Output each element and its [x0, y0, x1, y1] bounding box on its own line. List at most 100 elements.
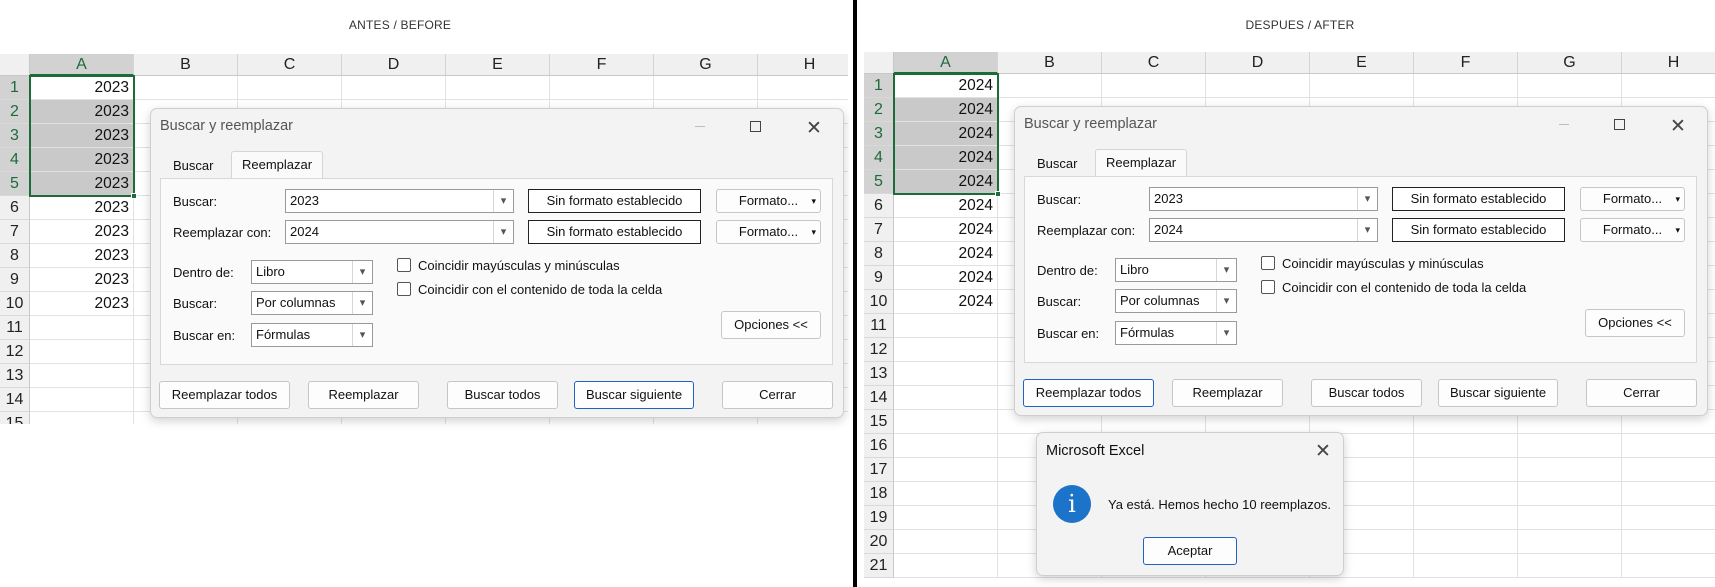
column-header-d[interactable]: D — [342, 54, 446, 76]
cell-d1[interactable] — [342, 76, 446, 100]
column-header-c[interactable]: C — [1102, 52, 1206, 74]
column-header-e[interactable]: E — [446, 54, 550, 76]
chevron-down-icon[interactable]: ▾ — [1357, 188, 1377, 210]
cell-a1[interactable]: 2024 — [894, 74, 998, 98]
chevron-down-icon[interactable]: ▾ — [493, 190, 513, 212]
row-header[interactable]: 3 — [0, 124, 30, 148]
cell-a12[interactable] — [894, 338, 998, 362]
column-header-b[interactable]: B — [998, 52, 1102, 74]
find-next-button[interactable]: Buscar siguiente — [574, 381, 694, 409]
column-header-f[interactable]: F — [1414, 52, 1518, 74]
row-header[interactable]: 13 — [0, 364, 30, 388]
find-next-button[interactable]: Buscar siguiente — [1438, 379, 1558, 407]
cell-g1[interactable] — [1518, 74, 1622, 98]
tab-replace[interactable]: Reemplazar — [1095, 149, 1188, 177]
options-button[interactable]: Opciones << — [1585, 309, 1685, 337]
cell-a15[interactable] — [30, 412, 134, 424]
column-header-f[interactable]: F — [550, 54, 654, 76]
cell-a13[interactable] — [30, 364, 134, 388]
cell-g20[interactable] — [1518, 530, 1622, 554]
row-header[interactable]: 6 — [864, 194, 894, 218]
row-header[interactable]: 7 — [0, 220, 30, 244]
options-button[interactable]: Opciones << — [721, 311, 821, 339]
row-header[interactable]: 7 — [864, 218, 894, 242]
cell-a7[interactable]: 2024 — [894, 218, 998, 242]
column-header-c[interactable]: C — [238, 54, 342, 76]
cell-g21[interactable] — [1518, 554, 1622, 578]
select-all-corner[interactable] — [0, 54, 30, 76]
replace-button[interactable]: Reemplazar — [308, 381, 419, 409]
column-header-d[interactable]: D — [1206, 52, 1310, 74]
cell-f1[interactable] — [1414, 74, 1518, 98]
find-format-button[interactable]: Formato... ▾ — [716, 189, 821, 213]
row-header[interactable]: 9 — [864, 266, 894, 290]
chevron-down-icon[interactable]: ▾ — [493, 221, 513, 243]
cell-e1[interactable] — [446, 76, 550, 100]
replace-format-button[interactable]: Formato... ▾ — [716, 220, 821, 244]
within-select[interactable]: Libro ▾ — [1115, 258, 1237, 282]
find-input[interactable]: 2023 ▾ — [285, 189, 514, 213]
column-header-h[interactable]: H — [758, 54, 848, 76]
cell-g17[interactable] — [1518, 458, 1622, 482]
row-header[interactable]: 12 — [864, 338, 894, 362]
chevron-down-icon[interactable]: ▾ — [1216, 322, 1236, 344]
chevron-down-icon[interactable]: ▾ — [352, 292, 372, 314]
cell-a10[interactable]: 2023 — [30, 292, 134, 316]
cell-f20[interactable] — [1414, 530, 1518, 554]
fill-handle[interactable] — [995, 191, 1001, 197]
cell-a14[interactable] — [894, 386, 998, 410]
find-format-button[interactable]: Formato... ▾ — [1580, 187, 1685, 211]
row-header[interactable]: 16 — [864, 434, 894, 458]
lookin-select[interactable]: Fórmulas ▾ — [251, 323, 373, 347]
cell-e1[interactable] — [1310, 74, 1414, 98]
cell-a9[interactable]: 2024 — [894, 266, 998, 290]
cell-a6[interactable]: 2023 — [30, 196, 134, 220]
cell-a8[interactable]: 2024 — [894, 242, 998, 266]
cell-h16[interactable] — [1622, 434, 1715, 458]
cell-b1[interactable] — [998, 74, 1102, 98]
row-header[interactable]: 17 — [864, 458, 894, 482]
row-header[interactable]: 15 — [864, 410, 894, 434]
row-header[interactable]: 1 — [864, 74, 894, 98]
cell-a5[interactable]: 2024 — [894, 170, 998, 194]
row-header[interactable]: 6 — [0, 196, 30, 220]
chevron-down-icon[interactable]: ▾ — [352, 324, 372, 346]
close-button[interactable]: Cerrar — [1586, 379, 1697, 407]
replace-input[interactable]: 2024 ▾ — [1149, 218, 1378, 242]
maximize-icon[interactable] — [1614, 119, 1625, 130]
cell-a3[interactable]: 2024 — [894, 122, 998, 146]
row-header[interactable]: 4 — [864, 146, 894, 170]
cell-g1[interactable] — [654, 76, 758, 100]
cell-a2[interactable]: 2024 — [894, 98, 998, 122]
cell-a21[interactable] — [894, 554, 998, 578]
column-header-h[interactable]: H — [1622, 52, 1715, 74]
find-all-button[interactable]: Buscar todos — [1311, 379, 1422, 407]
row-header[interactable]: 8 — [0, 244, 30, 268]
cell-f17[interactable] — [1414, 458, 1518, 482]
column-header-a[interactable]: A — [894, 52, 998, 74]
match-case-checkbox[interactable] — [397, 258, 411, 272]
row-header[interactable]: 12 — [0, 340, 30, 364]
search-select[interactable]: Por columnas ▾ — [1115, 289, 1237, 313]
row-header[interactable]: 2 — [864, 98, 894, 122]
tab-find[interactable]: Buscar — [163, 153, 223, 179]
chevron-down-icon[interactable]: ▾ — [1216, 259, 1236, 281]
column-header-a[interactable]: A — [30, 54, 134, 76]
select-all-corner[interactable] — [864, 52, 894, 74]
column-header-e[interactable]: E — [1310, 52, 1414, 74]
cell-d1[interactable] — [1206, 74, 1310, 98]
row-header[interactable]: 1 — [0, 76, 30, 100]
row-header[interactable]: 8 — [864, 242, 894, 266]
row-header[interactable]: 13 — [864, 362, 894, 386]
cell-a17[interactable] — [894, 458, 998, 482]
cell-a13[interactable] — [894, 362, 998, 386]
row-header[interactable]: 3 — [864, 122, 894, 146]
column-header-b[interactable]: B — [134, 54, 238, 76]
cell-a3[interactable]: 2023 — [30, 124, 134, 148]
cell-a9[interactable]: 2023 — [30, 268, 134, 292]
cell-a7[interactable]: 2023 — [30, 220, 134, 244]
row-header[interactable]: 14 — [0, 388, 30, 412]
chevron-down-icon[interactable]: ▾ — [352, 261, 372, 283]
row-header[interactable]: 10 — [0, 292, 30, 316]
replace-input[interactable]: 2024 ▾ — [285, 220, 514, 244]
